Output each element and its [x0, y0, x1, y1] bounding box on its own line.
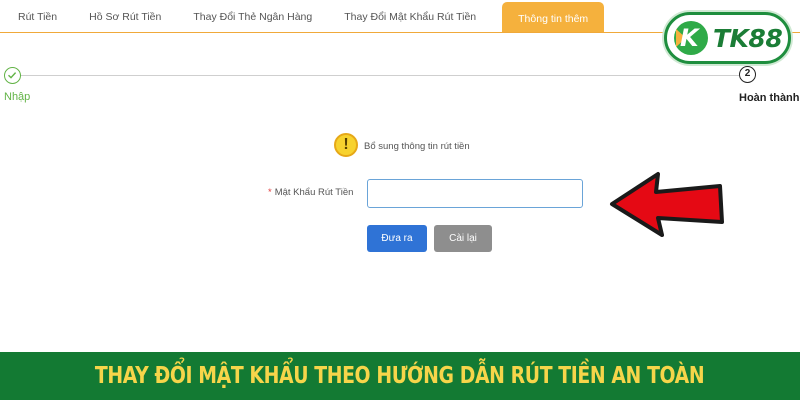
tab-withdraw-history[interactable]: Hồ Sơ Rút Tiền: [73, 0, 177, 32]
stepper-line: [19, 75, 739, 76]
red-arrow-icon: [610, 172, 724, 237]
withdrawal-page: Rút Tiền Hồ Sơ Rút Tiền Thay Đổi Thẻ Ngâ…: [0, 0, 800, 400]
logo-mark-letter: K: [680, 24, 699, 52]
reset-button[interactable]: Cài lại: [434, 225, 492, 252]
submit-button[interactable]: Đưa ra: [367, 225, 427, 252]
notice-text: Bổ sung thông tin rút tiền: [364, 141, 470, 152]
step-1-label: Nhập: [4, 91, 31, 103]
password-label-text: Mật Khẩu Rút Tiền: [274, 187, 354, 198]
password-field-label: * Mật Khẩu Rút Tiền: [268, 187, 353, 198]
brand-logo: K TK88: [664, 12, 791, 64]
title-banner: THAY ĐỔI MẬT KHẨU THEO HƯỚNG DẪN RÚT TIỀ…: [0, 352, 800, 400]
withdraw-password-input[interactable]: [367, 179, 583, 208]
logo-mark-icon: K: [674, 21, 708, 55]
required-mark: *: [268, 187, 272, 198]
banner-title: THAY ĐỔI MẬT KHẨU THEO HƯỚNG DẪN RÚT TIỀ…: [95, 363, 705, 389]
tab-more-info[interactable]: Thông tin thêm: [502, 2, 605, 32]
tab-change-bank-card[interactable]: Thay Đổi Thẻ Ngân Hàng: [177, 0, 328, 32]
check-icon: [4, 67, 21, 84]
tab-withdraw[interactable]: Rút Tiền: [0, 0, 73, 32]
exclamation-icon: !: [334, 133, 358, 157]
step-2-label: Hoàn thành: [739, 92, 800, 104]
tab-change-withdraw-password[interactable]: Thay Đổi Mật Khẩu Rút Tiền: [328, 0, 492, 32]
logo-text: TK88: [713, 23, 783, 53]
step-2-number: 2: [739, 66, 756, 83]
exclamation-glyph: !: [343, 136, 349, 153]
